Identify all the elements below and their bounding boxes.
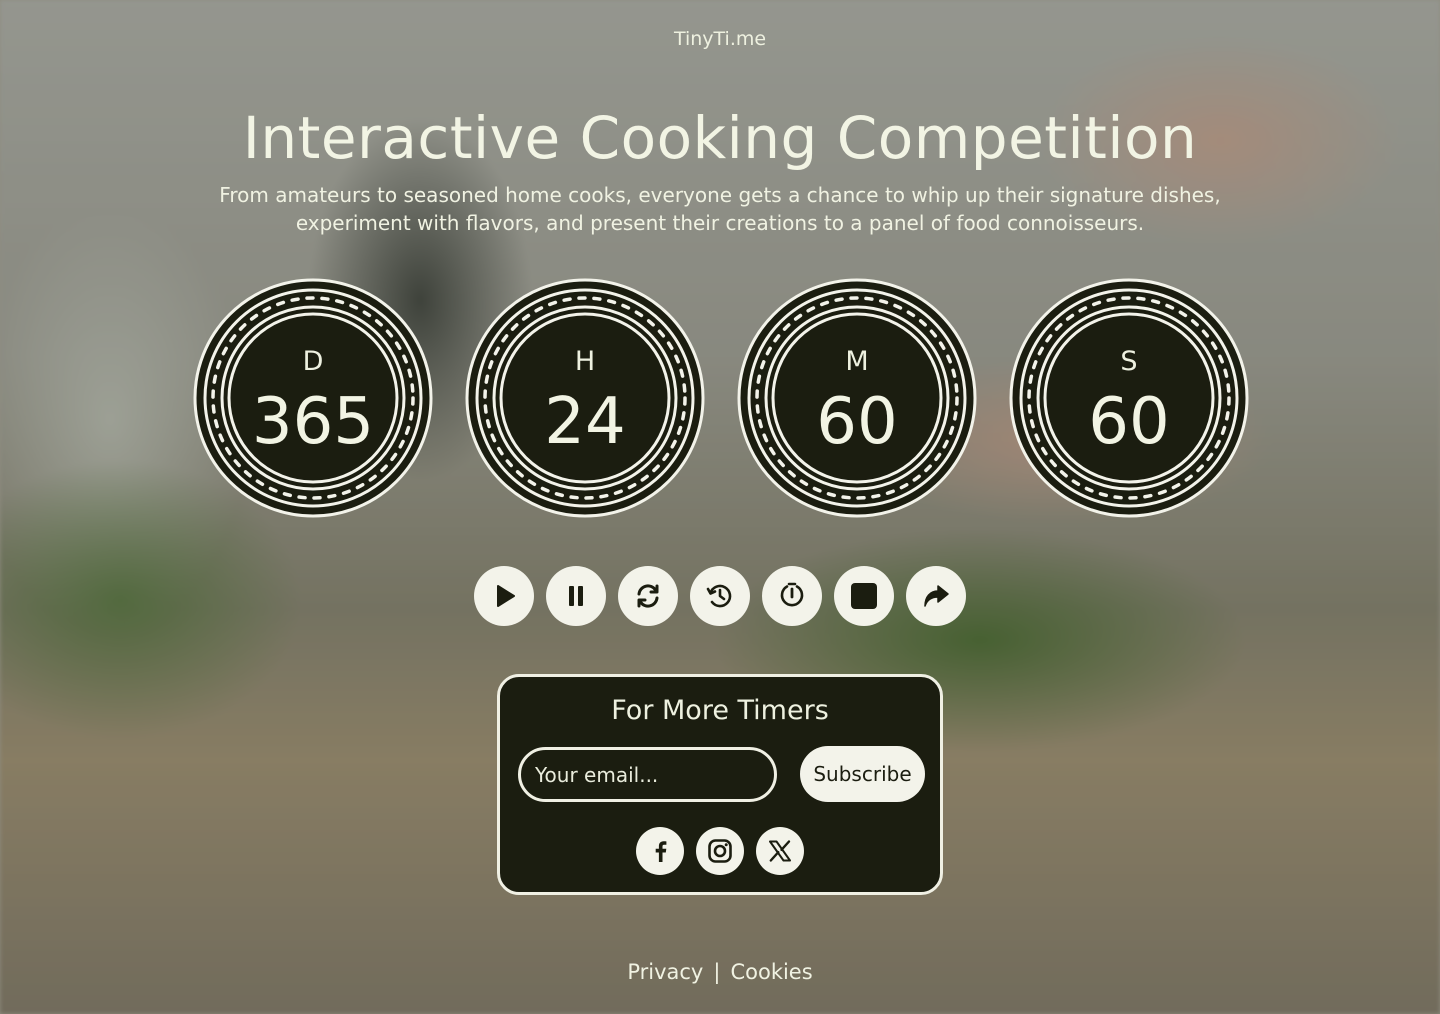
countdown-hours: H 24 bbox=[464, 277, 706, 519]
email-field[interactable] bbox=[518, 747, 777, 802]
privacy-link[interactable]: Privacy bbox=[627, 960, 703, 984]
history-button[interactable] bbox=[690, 566, 750, 626]
page-subtitle: From amateurs to seasoned home cooks, ev… bbox=[219, 183, 1221, 235]
share-button[interactable] bbox=[906, 566, 966, 626]
timer-reset-button[interactable] bbox=[762, 566, 822, 626]
footer: Privacy | Cookies bbox=[0, 960, 1440, 984]
countdown-minutes: M 60 bbox=[736, 277, 978, 519]
play-button[interactable] bbox=[474, 566, 534, 626]
x-icon bbox=[769, 840, 791, 862]
history-icon bbox=[706, 584, 732, 608]
countdown-days-value: 365 bbox=[251, 385, 375, 459]
subscribe-title: For More Timers bbox=[611, 695, 829, 726]
cookies-link[interactable]: Cookies bbox=[730, 960, 812, 984]
countdown-minutes-value: 60 bbox=[816, 385, 898, 459]
countdown-seconds-value: 60 bbox=[1088, 385, 1170, 459]
page-title: Interactive Cooking Competition bbox=[242, 104, 1198, 172]
refresh-icon bbox=[637, 584, 659, 608]
pause-icon bbox=[569, 586, 583, 606]
pause-button[interactable] bbox=[546, 566, 606, 626]
countdown-days: D 365 bbox=[192, 277, 434, 519]
countdown: D 365 H 24 M 60 S 60 bbox=[0, 277, 1440, 519]
countdown-seconds-label: S bbox=[1120, 346, 1138, 377]
play-icon bbox=[497, 585, 515, 607]
subscribe-button[interactable]: Subscribe bbox=[800, 746, 925, 802]
facebook-icon bbox=[655, 841, 667, 862]
instagram-link[interactable] bbox=[696, 827, 744, 875]
x-link[interactable] bbox=[756, 827, 804, 875]
countdown-seconds: S 60 bbox=[1008, 277, 1250, 519]
countdown-hours-label: H bbox=[574, 346, 596, 377]
facebook-link[interactable] bbox=[636, 827, 684, 875]
stop-button[interactable] bbox=[834, 566, 894, 626]
stop-icon bbox=[851, 583, 877, 609]
countdown-days-label: D bbox=[302, 346, 324, 377]
subscribe-panel: For More Timers Subscribe bbox=[497, 674, 943, 895]
refresh-button[interactable] bbox=[618, 566, 678, 626]
share-icon bbox=[924, 585, 949, 607]
brand-logo[interactable]: TinyTi.me bbox=[0, 28, 1440, 50]
countdown-minutes-label: M bbox=[845, 346, 869, 377]
timer-reset-icon bbox=[780, 582, 804, 607]
countdown-hours-value: 24 bbox=[544, 385, 626, 459]
instagram-icon bbox=[708, 839, 732, 863]
footer-separator: | bbox=[713, 960, 721, 984]
